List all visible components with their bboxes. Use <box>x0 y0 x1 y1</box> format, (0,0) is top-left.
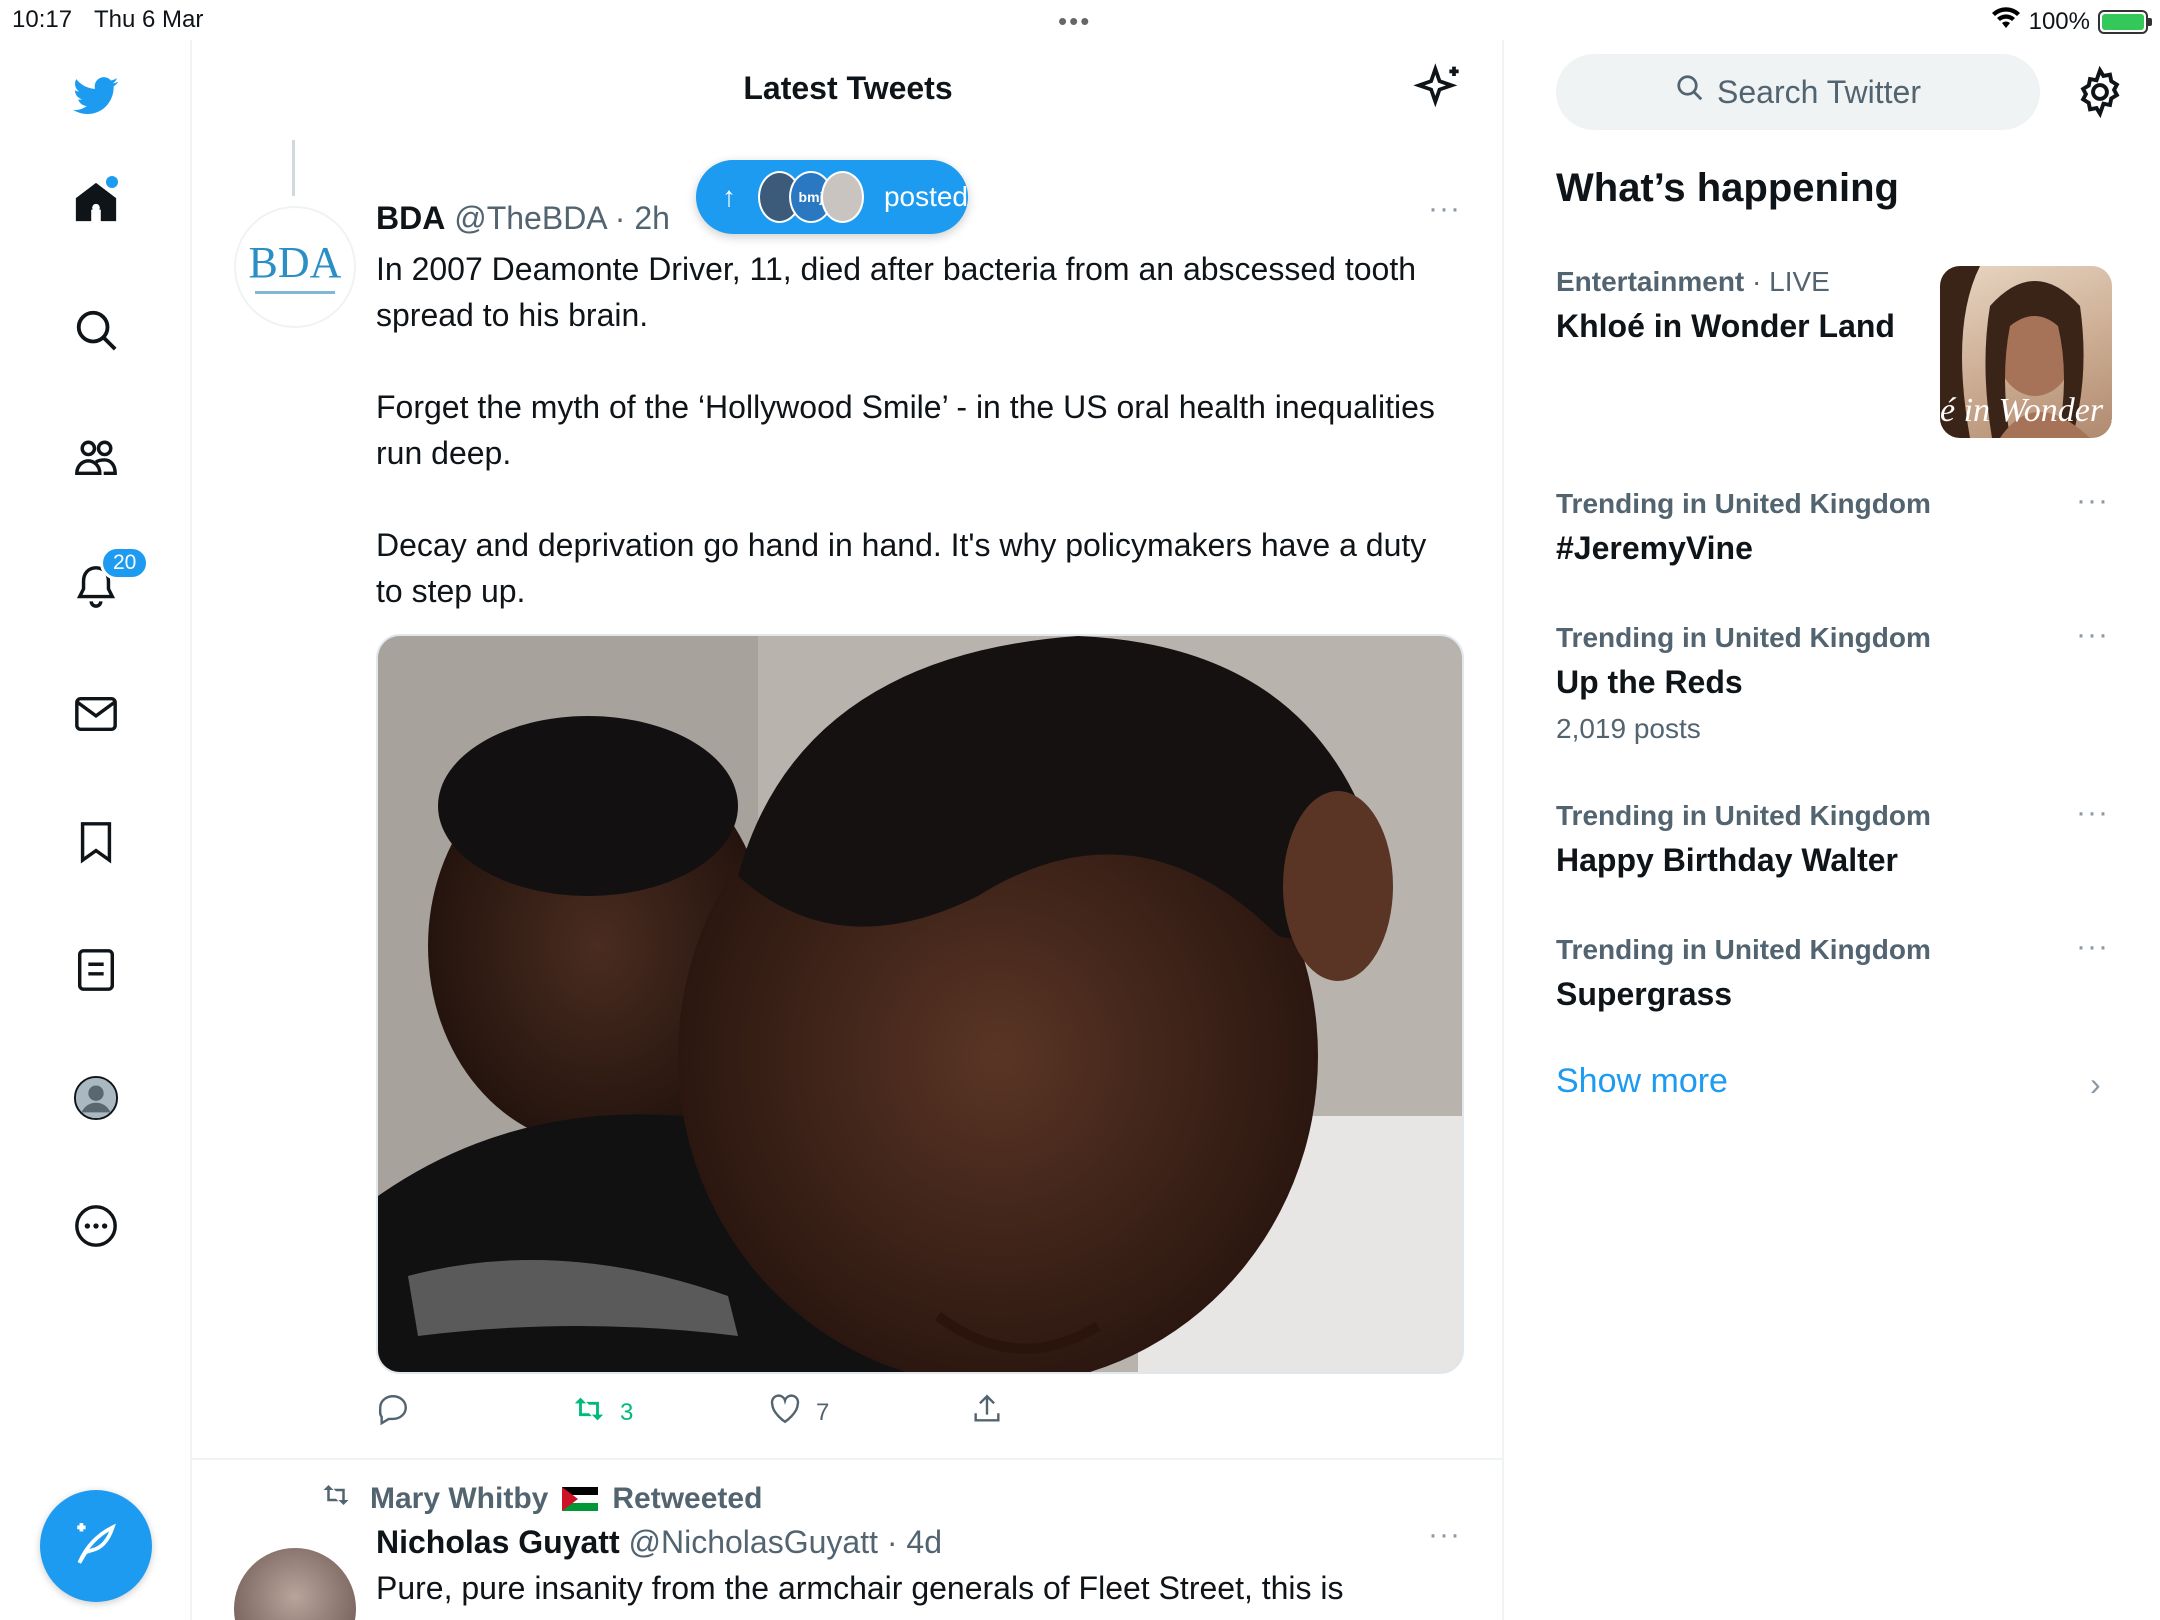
search-icon[interactable] <box>66 300 126 360</box>
tweet-time[interactable]: · 2h <box>615 200 670 236</box>
trend-item[interactable]: Trending in United Kingdom #JeremyVine <box>1556 488 2116 567</box>
communities-icon[interactable] <box>66 428 126 488</box>
arrow-up-icon: ↑ <box>722 181 736 212</box>
trend-topic: Supergrass <box>1556 976 1733 1012</box>
live-label: · LIVE <box>1752 266 1830 297</box>
palestine-flag-icon <box>562 1487 599 1511</box>
whats-happening-title: What’s happening <box>1556 166 1899 210</box>
avatar[interactable] <box>234 1548 356 1620</box>
reply-button[interactable] <box>376 1392 410 1433</box>
notifications-icon[interactable]: 20 <box>66 546 150 616</box>
retweet-small-icon <box>316 1480 356 1518</box>
trend-context: Trending in United Kingdom <box>1556 622 1931 653</box>
battery-icon <box>2098 9 2152 34</box>
page-title: Latest Tweets <box>743 70 953 106</box>
bda-logo-text: BDA <box>248 237 342 287</box>
reply-icon <box>376 1392 410 1433</box>
search-icon <box>1675 73 1705 111</box>
tweet-author-handle[interactable]: @NicholasGuyatt <box>629 1524 878 1560</box>
retweeted-by: Mary Whitby Retweeted <box>316 1480 762 1518</box>
trend-more-button[interactable]: ··· <box>2076 618 2109 652</box>
avatar[interactable]: BDA <box>234 206 356 328</box>
profile-icon[interactable] <box>66 1068 126 1128</box>
sparkle-icon[interactable] <box>1412 62 1468 118</box>
trend-item[interactable]: Trending in United Kingdom Supergrass <box>1556 934 2116 1013</box>
like-count: 7 <box>816 1398 830 1426</box>
main-timeline: Latest Tweets BDA BDA @TheBDA · 2h ··· I… <box>192 40 1504 1620</box>
tweet[interactable]: Mary Whitby Retweeted Nicholas Guyatt @N… <box>192 1460 1502 1620</box>
settings-gear-icon[interactable] <box>2074 65 2126 119</box>
home-unread-dot <box>106 176 118 188</box>
tweet-paragraph: Decay and deprivation go hand in hand. I… <box>376 527 1427 609</box>
posted-label: posted <box>883 181 969 212</box>
trend-topic: Up the Reds <box>1556 664 1743 700</box>
trend-post-count: 2,019 posts <box>1556 713 1701 744</box>
tweet-header: BDA @TheBDA · 2h <box>376 200 670 237</box>
trend-context: Trending in United Kingdom <box>1556 800 1931 831</box>
tweet-text: Pure, pure insanity from the armchair ge… <box>376 1570 1344 1606</box>
tweet-more-button[interactable]: ··· <box>1428 1518 1461 1552</box>
trend-more-button[interactable]: ··· <box>2076 930 2109 964</box>
lists-icon[interactable] <box>66 940 126 1000</box>
compose-feather-icon <box>71 1519 121 1574</box>
tweet-text: In 2007 Deamonte Driver, 11, died after … <box>376 246 1436 660</box>
twitter-logo-icon[interactable] <box>66 66 126 126</box>
messages-icon[interactable] <box>66 684 126 744</box>
tweet-paragraph: In 2007 Deamonte Driver, 11, died after … <box>376 251 1416 333</box>
battery-percent: 100% <box>2028 7 2090 35</box>
trend-context: Trending in United Kingdom <box>1556 934 1931 965</box>
tweet-header: Nicholas Guyatt @NicholasGuyatt · 4d <box>376 1524 942 1561</box>
pill-avatar-3 <box>820 171 864 223</box>
bda-logo-underline <box>255 290 335 294</box>
thumbnail-script-text: é in Wonder L <box>1940 392 2112 429</box>
chevron-right-icon: › <box>2090 1066 2101 1102</box>
tweet-actions: 3 7 <box>376 1392 1076 1432</box>
retweet-icon <box>572 1392 606 1433</box>
tweet-author-name[interactable]: Nicholas Guyatt <box>376 1524 620 1560</box>
status-bar: 10:17 Thu 6 Mar ••• 100% <box>0 0 2160 40</box>
right-sidebar: Search Twitter What’s happening Entertai… <box>1504 40 2160 1620</box>
tweet-paragraph: Forget the myth of the ‘Hollywood Smile’… <box>376 389 1435 471</box>
notifications-badge: 20 <box>100 546 150 580</box>
like-button[interactable]: 7 <box>768 1392 829 1433</box>
trend-topic: #JeremyVine <box>1556 530 1753 566</box>
tweet-time[interactable]: · 4d <box>887 1524 942 1560</box>
tweet[interactable]: BDA BDA @TheBDA · 2h ··· In 2007 Deamont… <box>192 140 1502 1460</box>
trend-item[interactable]: Trending in United Kingdom Up the Reds 2… <box>1556 622 2116 745</box>
tweet-more-button[interactable]: ··· <box>1428 192 1461 226</box>
trend-more-button[interactable]: ··· <box>2076 484 2109 518</box>
wifi-icon <box>1991 6 2021 37</box>
share-button[interactable] <box>970 1392 1004 1433</box>
status-right: 100% <box>1991 6 2152 37</box>
compose-tweet-button[interactable] <box>40 1490 152 1602</box>
timeline-header: Latest Tweets <box>192 40 1502 140</box>
trend-item[interactable]: Trending in United Kingdom Happy Birthda… <box>1556 800 2116 879</box>
thread-line <box>292 140 295 196</box>
trend-context: Trending in United Kingdom <box>1556 488 1931 519</box>
new-posts-pill[interactable]: ↑ bmj posted <box>696 160 968 234</box>
left-nav: 20 <box>0 40 192 1620</box>
home-icon[interactable] <box>66 172 126 232</box>
trend-thumbnail[interactable]: é in Wonder L <box>1940 266 2112 438</box>
search-input[interactable]: Search Twitter <box>1556 54 2040 130</box>
tweet-photo[interactable] <box>376 634 1464 1374</box>
show-more-link[interactable]: Show more <box>1556 1062 1728 1101</box>
trend-category: Entertainment <box>1556 266 1745 297</box>
status-time: 10:17 <box>12 6 73 33</box>
trend-more-button[interactable]: ··· <box>2076 796 2109 830</box>
retweeted-label: Retweeted <box>612 1482 763 1515</box>
retweet-count: 3 <box>620 1398 634 1426</box>
retweeter-name[interactable]: Mary Whitby <box>370 1482 548 1516</box>
heart-icon <box>768 1392 802 1433</box>
tweet-author-name[interactable]: BDA <box>376 200 445 236</box>
trend-topic: Happy Birthday Walter <box>1556 842 1898 878</box>
share-icon <box>970 1392 1004 1433</box>
search-placeholder: Search Twitter <box>1717 73 1921 110</box>
more-icon[interactable] <box>66 1196 126 1256</box>
status-date: Thu 6 Mar <box>94 6 204 33</box>
bookmarks-icon[interactable] <box>66 812 126 872</box>
retweet-button[interactable]: 3 <box>572 1392 633 1433</box>
multitasking-dots[interactable]: ••• <box>1058 6 1091 37</box>
tweet-author-handle[interactable]: @TheBDA <box>454 200 606 236</box>
